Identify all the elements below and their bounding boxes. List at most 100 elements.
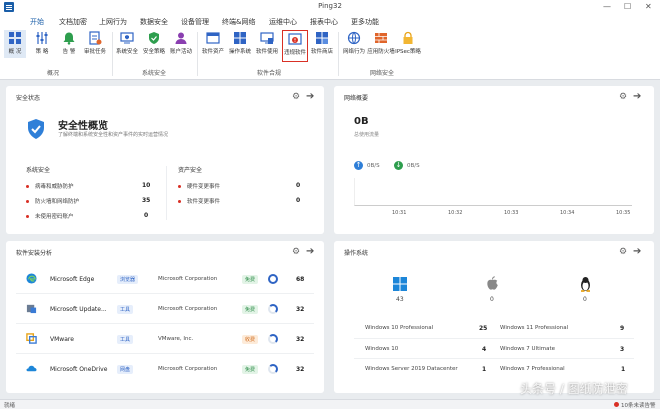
menu-start[interactable]: 开始 <box>30 17 44 27</box>
os-count: 1 <box>621 366 626 373</box>
menu-more[interactable]: 更多功能 <box>351 17 379 27</box>
os-label: Windows 7 Professional <box>500 366 565 372</box>
os-panel: 操作系统 ⚙ ➔ 43 0 0 Windows 10 Professional … <box>334 241 654 393</box>
sys-security-button[interactable]: 系统安全 <box>116 30 138 58</box>
menu-doc-encrypt[interactable]: 文档加密 <box>59 17 87 27</box>
arrow-right-icon[interactable]: ➔ <box>306 91 314 102</box>
item-value: 0 <box>296 197 301 204</box>
gear-icon[interactable]: ⚙ <box>619 247 627 257</box>
install-count: 32 <box>296 336 305 343</box>
sec-policy-button[interactable]: 安全策略 <box>143 30 165 58</box>
strategy-button[interactable]: 策 略 <box>31 30 53 58</box>
vendor-name: VMware, Inc. <box>158 336 194 342</box>
item-value: 0 <box>144 212 149 219</box>
window-title: Ping32 <box>318 2 342 10</box>
list-item[interactable]: 防火墙和网络防护 <box>26 197 79 205</box>
category-tag: 工具 <box>117 305 134 314</box>
minimize-button[interactable]: — <box>603 2 611 11</box>
software-store-label: 软件商店 <box>310 49 333 55</box>
vmware-icon <box>26 333 37 344</box>
software-name: Microsoft OneDrive <box>50 366 108 373</box>
gear-icon[interactable]: ⚙ <box>292 92 300 102</box>
software-assets-button[interactable]: 软件资产 <box>202 30 224 58</box>
gear-icon[interactable]: ⚙ <box>619 92 627 102</box>
maximize-button[interactable]: ☐ <box>624 2 631 11</box>
app-firewall-button[interactable]: 应用防火墙 <box>367 30 395 58</box>
os-button[interactable]: 操作系统 <box>229 30 251 58</box>
time-tick: 10:32 <box>448 210 463 216</box>
list-item[interactable]: 软件变更事件 <box>178 197 220 205</box>
menu-ops-center[interactable]: 运维中心 <box>269 17 297 27</box>
list-item[interactable]: 病毒和威胁防护 <box>26 182 74 190</box>
category-tag: 浏览器 <box>117 275 139 284</box>
network-overview-panel: 网络概要 ⚙ ➔ 0B 总使用流量 ↑ 0B/S ↓ 0B/S 10:31 10… <box>334 86 654 234</box>
shield-pc-icon <box>120 32 134 44</box>
install-count: 32 <box>296 306 305 313</box>
panel-title: 安全状态 <box>16 95 41 102</box>
status-bar: 就绪 10条未读告警 <box>0 399 660 409</box>
ipsec-button[interactable]: IPSec策略 <box>395 30 421 58</box>
item-value: 35 <box>142 197 151 204</box>
title-bar: Ping32 — ☐ ✕ <box>0 0 660 14</box>
group-divider <box>112 32 113 76</box>
license-tag: 免费 <box>242 365 259 374</box>
apple-icon <box>487 276 498 290</box>
arrow-right-icon[interactable]: ➔ <box>633 91 641 102</box>
software-usage-button[interactable]: 软件使用 <box>256 30 278 58</box>
arrow-right-icon[interactable]: ➔ <box>306 246 314 257</box>
panel-title: 操作系统 <box>344 250 369 257</box>
menu-web-behavior[interactable]: 上网行为 <box>99 17 127 27</box>
install-ratio <box>268 334 278 344</box>
software-store-button[interactable]: 软件商店 <box>311 30 333 58</box>
list-item[interactable]: 未使用密码账户 <box>26 212 74 220</box>
shield-check-icon <box>149 32 159 44</box>
overview-button[interactable]: 概 况 <box>4 30 26 58</box>
network-total-label: 总使用流量 <box>354 132 380 138</box>
warning-window-icon <box>288 33 302 45</box>
gear-icon[interactable]: ⚙ <box>292 247 300 257</box>
audit-button[interactable]: 审批任务 <box>84 30 106 58</box>
group-sys-security: 系统安全 <box>142 70 167 77</box>
menu-report-center[interactable]: 报表中心 <box>310 17 338 27</box>
red-dot-icon <box>178 185 181 188</box>
item-label: 病毒和威胁防护 <box>35 184 74 190</box>
ribbon-toolbar: 概 况 策 略 告 警 审批任务 系统安全 安全策略 账户活动 软件资产 操作系… <box>0 28 660 80</box>
net-behavior-button[interactable]: 网络行为 <box>343 30 365 58</box>
group-software-compliance: 软件合规 <box>257 70 282 77</box>
list-item[interactable]: 硬件变更事件 <box>178 182 220 190</box>
close-button[interactable]: ✕ <box>645 2 652 11</box>
update-icon <box>26 304 37 314</box>
arrow-right-icon[interactable]: ➔ <box>633 246 641 257</box>
account-activity-label: 账户活动 <box>169 49 192 55</box>
menu-device-mgmt[interactable]: 设备管理 <box>181 17 209 27</box>
platform-count: 43 <box>396 296 404 303</box>
window-app-icon <box>206 32 220 44</box>
unread-alerts[interactable]: 10条未读告警 <box>621 401 656 409</box>
alarm-button[interactable]: 告 警 <box>58 30 80 58</box>
group-divider <box>197 32 198 76</box>
red-dot-icon <box>26 185 29 188</box>
illegal-software-button[interactable]: 违规软件 <box>282 30 308 62</box>
alert-dot-icon <box>614 402 619 407</box>
menu-terminal-network[interactable]: 终端&网络 <box>222 17 255 27</box>
windows-logo-icon <box>234 32 246 44</box>
item-value: 10 <box>142 182 151 189</box>
install-ratio <box>268 364 278 374</box>
divider <box>354 338 634 339</box>
os-label: Windows Server 2019 Datacenter <box>365 366 458 372</box>
panel-title: 网络概要 <box>344 95 369 102</box>
red-dot-icon <box>26 215 29 218</box>
item-label: 硬件变更事件 <box>187 184 221 190</box>
lock-icon <box>403 31 413 44</box>
os-count: 25 <box>479 325 488 332</box>
platform-count: 0 <box>490 296 494 303</box>
menu-data-security[interactable]: 数据安全 <box>140 17 168 27</box>
item-label: 防火墙和网络防护 <box>35 199 80 205</box>
overview-title: 安全性概览 <box>58 121 108 132</box>
audit-label: 审批任务 <box>83 49 106 55</box>
upload-icon: ↑ <box>354 161 363 170</box>
account-activity-button[interactable]: 账户活动 <box>170 30 192 58</box>
panel-title: 软件安装分析 <box>16 250 53 257</box>
install-count: 32 <box>296 366 305 373</box>
os-count: 9 <box>620 325 625 332</box>
